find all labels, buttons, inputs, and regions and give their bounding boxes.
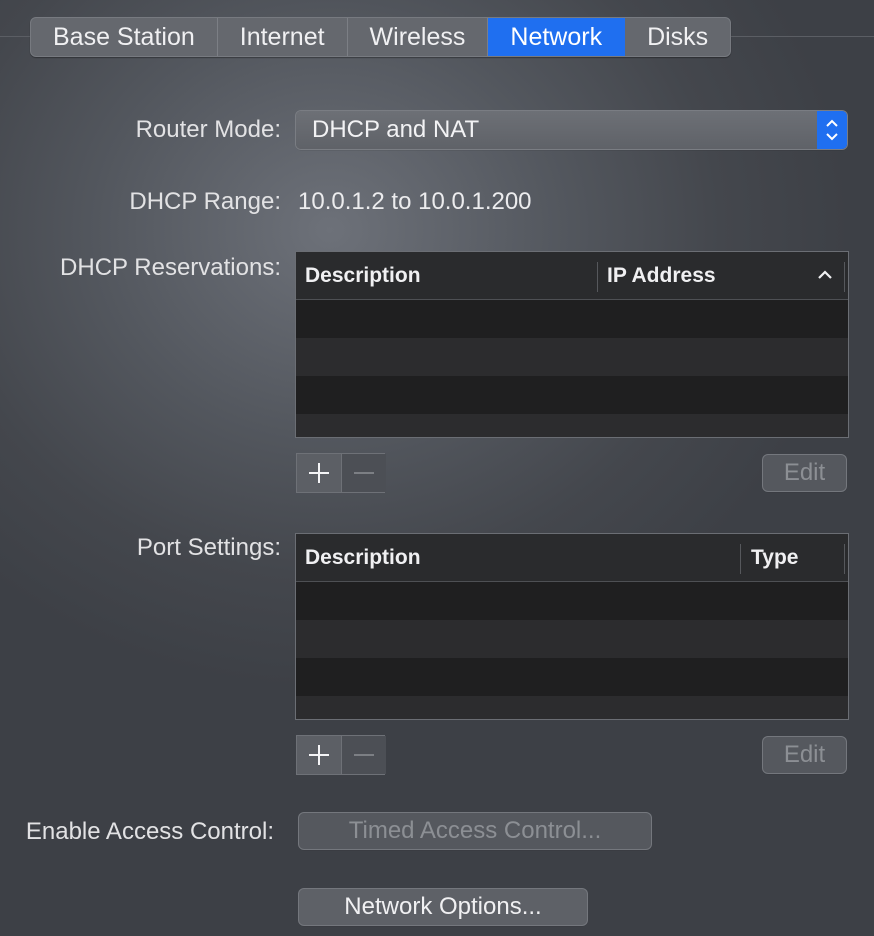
port-settings-table[interactable]: Description Type [295, 533, 849, 720]
column-header-ip-address[interactable]: IP Address [607, 252, 716, 299]
table-row [296, 582, 848, 620]
plus-icon [309, 463, 329, 483]
plus-icon [309, 745, 329, 765]
tab-base-station[interactable]: Base Station [31, 18, 218, 56]
router-mode-label: Router Mode: [135, 116, 281, 143]
minus-icon [354, 754, 374, 756]
tab-network[interactable]: Network [488, 18, 626, 56]
tab-disks[interactable]: Disks [625, 18, 730, 56]
dhcp-reservations-label: DHCP Reservations: [60, 254, 281, 281]
column-divider [597, 262, 598, 292]
up-down-chevron-icon [817, 111, 847, 149]
column-divider [740, 544, 741, 574]
tab-internet[interactable]: Internet [218, 18, 348, 56]
table-row [296, 696, 848, 719]
table-row [296, 414, 848, 437]
minus-icon [354, 472, 374, 474]
remove-port-button[interactable] [342, 736, 386, 774]
enable-access-control-label: Enable Access Control: [25, 818, 274, 845]
table-row [296, 338, 848, 376]
add-reservation-button[interactable] [297, 454, 342, 492]
remove-reservation-button[interactable] [342, 454, 386, 492]
port-settings-add-remove [296, 735, 386, 775]
column-divider [844, 262, 845, 292]
table-row [296, 376, 848, 414]
column-header-description[interactable]: Description [305, 252, 421, 299]
network-options-button[interactable]: Network Options... [299, 889, 587, 925]
add-port-button[interactable] [297, 736, 342, 774]
router-mode-popup[interactable]: DHCP and NAT [296, 111, 847, 149]
tab-wireless[interactable]: Wireless [348, 18, 489, 56]
port-settings-label: Port Settings: [136, 534, 281, 561]
table-row [296, 300, 848, 338]
edit-port-button[interactable]: Edit [763, 737, 846, 773]
column-header-description[interactable]: Description [305, 534, 421, 581]
edit-reservation-button[interactable]: Edit [763, 455, 846, 491]
column-divider [844, 544, 845, 574]
table-header: Description IP Address [296, 252, 848, 300]
table-row [296, 620, 848, 658]
tab-bar: Base Station Internet Wireless Network D… [30, 17, 732, 57]
chevron-up-icon [816, 266, 834, 290]
table-header: Description Type [296, 534, 848, 582]
dhcp-reservations-table[interactable]: Description IP Address [295, 251, 849, 438]
dhcp-reservations-add-remove [296, 453, 386, 493]
dhcp-range-label: DHCP Range: [129, 188, 281, 215]
column-header-type[interactable]: Type [751, 534, 798, 581]
dhcp-range-value: 10.0.1.2 to 10.0.1.200 [298, 188, 532, 215]
timed-access-control-button[interactable]: Timed Access Control... [299, 813, 651, 849]
table-row [296, 658, 848, 696]
router-mode-value: DHCP and NAT [312, 116, 480, 143]
